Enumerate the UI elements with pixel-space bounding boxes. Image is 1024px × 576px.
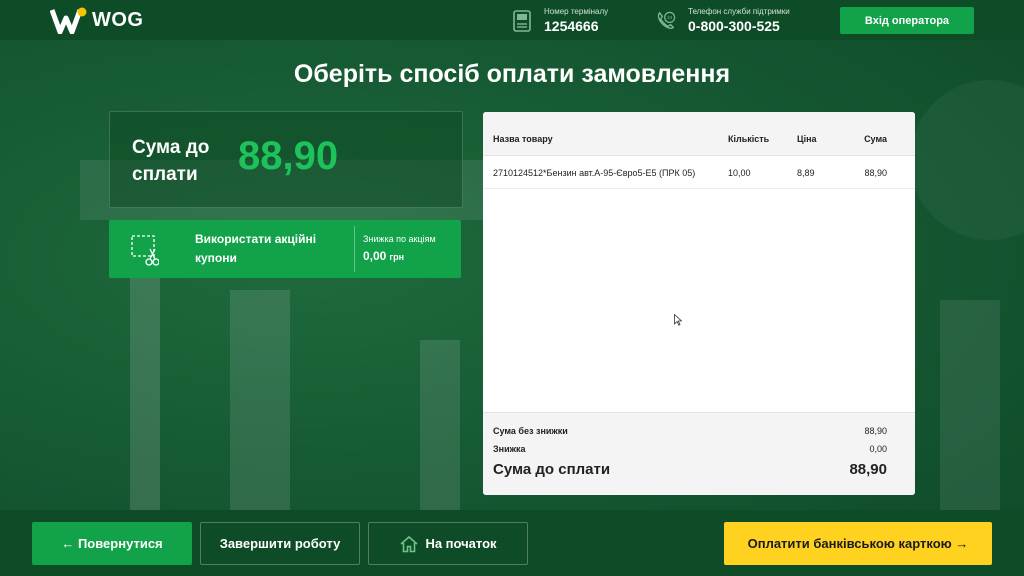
home-button-label: На початок xyxy=(425,536,497,551)
top-bar: WOG Номер терміналу 1254666 24 Телефон с… xyxy=(0,0,1024,40)
promo-discount-amount: 0,00 грн xyxy=(363,249,404,263)
promo-discount-label: Знижка по акціям xyxy=(363,234,436,244)
promo-discount-value: 0,00 xyxy=(363,249,387,263)
row-price: 8,89 xyxy=(797,168,815,178)
home-button[interactable]: На початок xyxy=(368,522,528,565)
total-label: Сума до сплати xyxy=(493,461,611,478)
row-product-name: 2710124512*Бензин авт.А-95-Євро5-Е5 (ПРК… xyxy=(493,168,696,178)
discount-value: 0,00 xyxy=(869,444,887,454)
use-coupons-label: Використати акційні купони xyxy=(195,232,317,265)
terminal-label: Номер терміналу xyxy=(544,7,609,16)
subtotal-label: Сума без знижки xyxy=(493,426,568,436)
col-quantity: Кількість xyxy=(728,134,770,144)
total-value: 88,90 xyxy=(849,461,887,478)
finish-work-button[interactable]: Завершити роботу xyxy=(200,522,360,565)
support-phone: 0-800-300-525 xyxy=(688,18,780,34)
terminal-icon xyxy=(513,9,531,32)
table-row: 2710124512*Бензин авт.А-95-Євро5-Е5 (ПРК… xyxy=(483,156,915,189)
receipt-header: Назва товару Кількість Ціна Сума xyxy=(483,112,915,156)
pay-by-card-button[interactable]: Оплатити банківською карткою → xyxy=(724,522,992,565)
wog-logo: WOG xyxy=(50,6,144,34)
amount-due-panel: Сума до сплати 88,90 xyxy=(109,111,463,208)
scissors-coupon-icon xyxy=(131,235,159,266)
terminal-info: Номер терміналу 1254666 xyxy=(512,6,608,35)
discount-label: Знижка xyxy=(493,444,526,454)
subtotal-value: 88,90 xyxy=(864,426,887,436)
support-info: 24 Телефон служби підтримки 0-800-300-52… xyxy=(656,6,790,35)
support-label: Телефон служби підтримки xyxy=(688,7,790,16)
svg-text:24: 24 xyxy=(667,15,673,20)
brand-name: WOG xyxy=(92,8,144,31)
coupon-divider xyxy=(354,226,355,272)
col-price: Ціна xyxy=(797,134,817,144)
bottom-bar: ← Повернутися Завершити роботу На почато… xyxy=(0,510,1024,576)
use-coupons-button[interactable]: Використати акційні купони Знижка по акц… xyxy=(109,220,461,278)
receipt-totals: Сума без знижки 88,90 Знижка 0,00 Сума д… xyxy=(483,412,915,495)
terminal-number: 1254666 xyxy=(544,18,599,34)
page-title: Оберіть спосіб оплати замовлення xyxy=(293,60,731,88)
home-icon xyxy=(400,535,418,552)
col-product-name: Назва товару xyxy=(493,134,553,144)
promo-discount-unit: грн xyxy=(389,252,405,262)
row-sum: 88,90 xyxy=(864,168,887,178)
order-receipt: Назва товару Кількість Ціна Сума 2710124… xyxy=(483,112,915,495)
row-quantity: 10,00 xyxy=(728,168,751,178)
col-sum: Сума xyxy=(864,134,887,144)
amount-due-label: Сума до сплати xyxy=(132,137,210,185)
back-button[interactable]: ← Повернутися xyxy=(32,522,192,565)
amount-due-value: 88,90 xyxy=(238,134,339,178)
operator-login-button[interactable]: Вхід оператора xyxy=(840,7,974,34)
mouse-cursor-icon xyxy=(674,314,682,326)
phone-24-icon: 24 xyxy=(657,11,676,29)
wog-logo-icon xyxy=(50,7,87,34)
